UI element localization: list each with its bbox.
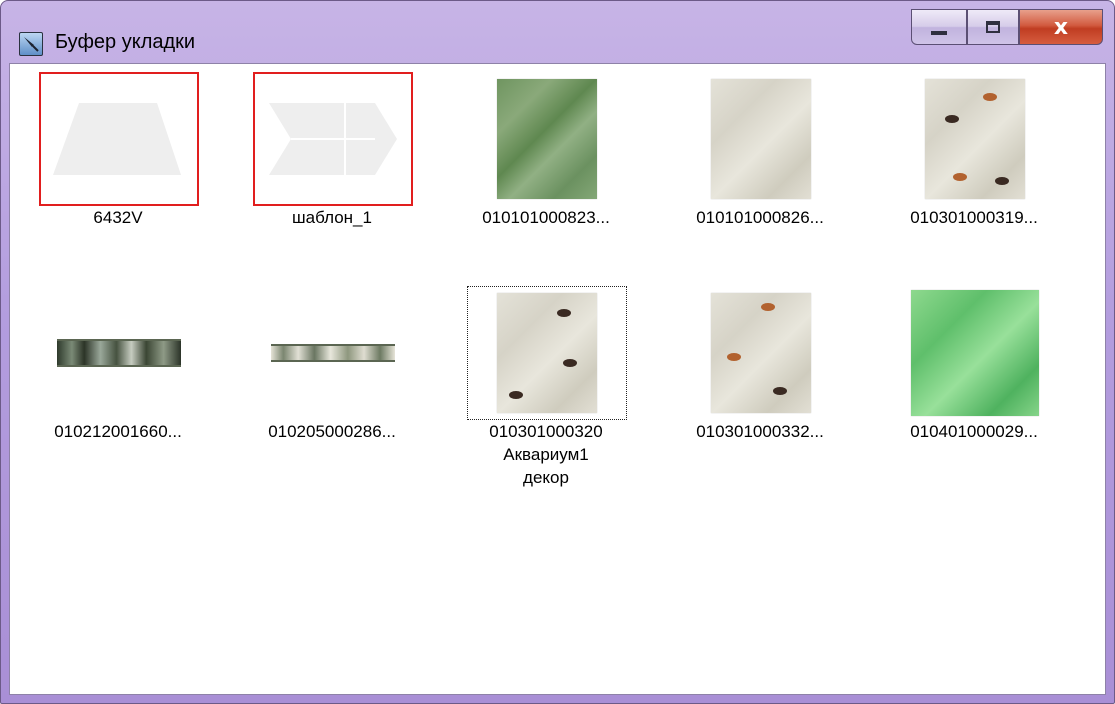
fish-icon — [563, 359, 577, 367]
fish-icon — [983, 93, 997, 101]
close-button[interactable]: x — [1019, 9, 1103, 45]
item-label: 010205000286... — [268, 422, 396, 441]
tile-thumbnail[interactable] — [681, 72, 841, 206]
template-thumbnail[interactable] — [39, 72, 199, 206]
tile-thumbnail[interactable] — [467, 286, 627, 420]
fish-tile-image — [497, 293, 597, 413]
window-frame: Буфер укладки x 6432V шаблон_1 010101000… — [0, 0, 1115, 704]
chevron-template-icon — [269, 103, 397, 175]
fish-icon — [557, 309, 571, 317]
tile-thumbnail[interactable] — [895, 72, 1055, 206]
border-tile-image — [57, 339, 181, 367]
tile-thumbnail[interactable] — [467, 72, 627, 206]
fish-tile-image — [711, 293, 811, 413]
maximize-icon — [986, 21, 1000, 33]
tile-thumbnail[interactable] — [681, 286, 841, 420]
window-controls: x — [901, 9, 1103, 45]
fish-icon — [953, 173, 967, 181]
template-thumbnail[interactable] — [253, 72, 413, 206]
item-label: 010301000320 Аквариум1 декор — [489, 422, 603, 487]
item-label: 010301000319... — [910, 208, 1038, 227]
marble-tile-image — [911, 290, 1039, 416]
fish-icon — [995, 177, 1009, 185]
fish-icon — [773, 387, 787, 395]
fish-icon — [509, 391, 523, 399]
item-label: 010101000826... — [696, 208, 824, 227]
item-label: 010401000029... — [910, 422, 1038, 441]
border-tile-image — [271, 344, 395, 362]
fish-icon — [945, 115, 959, 123]
trapezoid-template-icon — [53, 103, 181, 175]
brush-icon — [24, 37, 39, 52]
fish-icon — [727, 353, 741, 361]
maximize-button[interactable] — [967, 9, 1019, 45]
fish-icon — [761, 303, 775, 311]
close-icon: x — [1053, 14, 1069, 40]
tile-thumbnail[interactable] — [39, 286, 199, 420]
item-label: 010212001660... — [54, 422, 182, 441]
item-label: 6432V — [93, 208, 143, 227]
title-bar[interactable]: Буфер укладки x — [1, 1, 1114, 63]
marble-tile-image — [711, 79, 811, 199]
item-label: 010301000332... — [696, 422, 824, 441]
item-label: 010101000823... — [482, 208, 610, 227]
minimize-button[interactable] — [911, 9, 967, 45]
tile-thumbnail[interactable] — [895, 286, 1055, 420]
fish-tile-image — [925, 79, 1025, 199]
app-icon[interactable] — [19, 32, 43, 56]
tile-thumbnail[interactable] — [253, 286, 413, 420]
tile-buffer-list[interactable]: 6432V шаблон_1 010101000823... 010101000… — [9, 63, 1106, 695]
minimize-icon — [931, 31, 947, 35]
window-title: Буфер укладки — [55, 31, 196, 53]
item-label: шаблон_1 — [292, 208, 372, 227]
marble-tile-image — [497, 79, 597, 199]
